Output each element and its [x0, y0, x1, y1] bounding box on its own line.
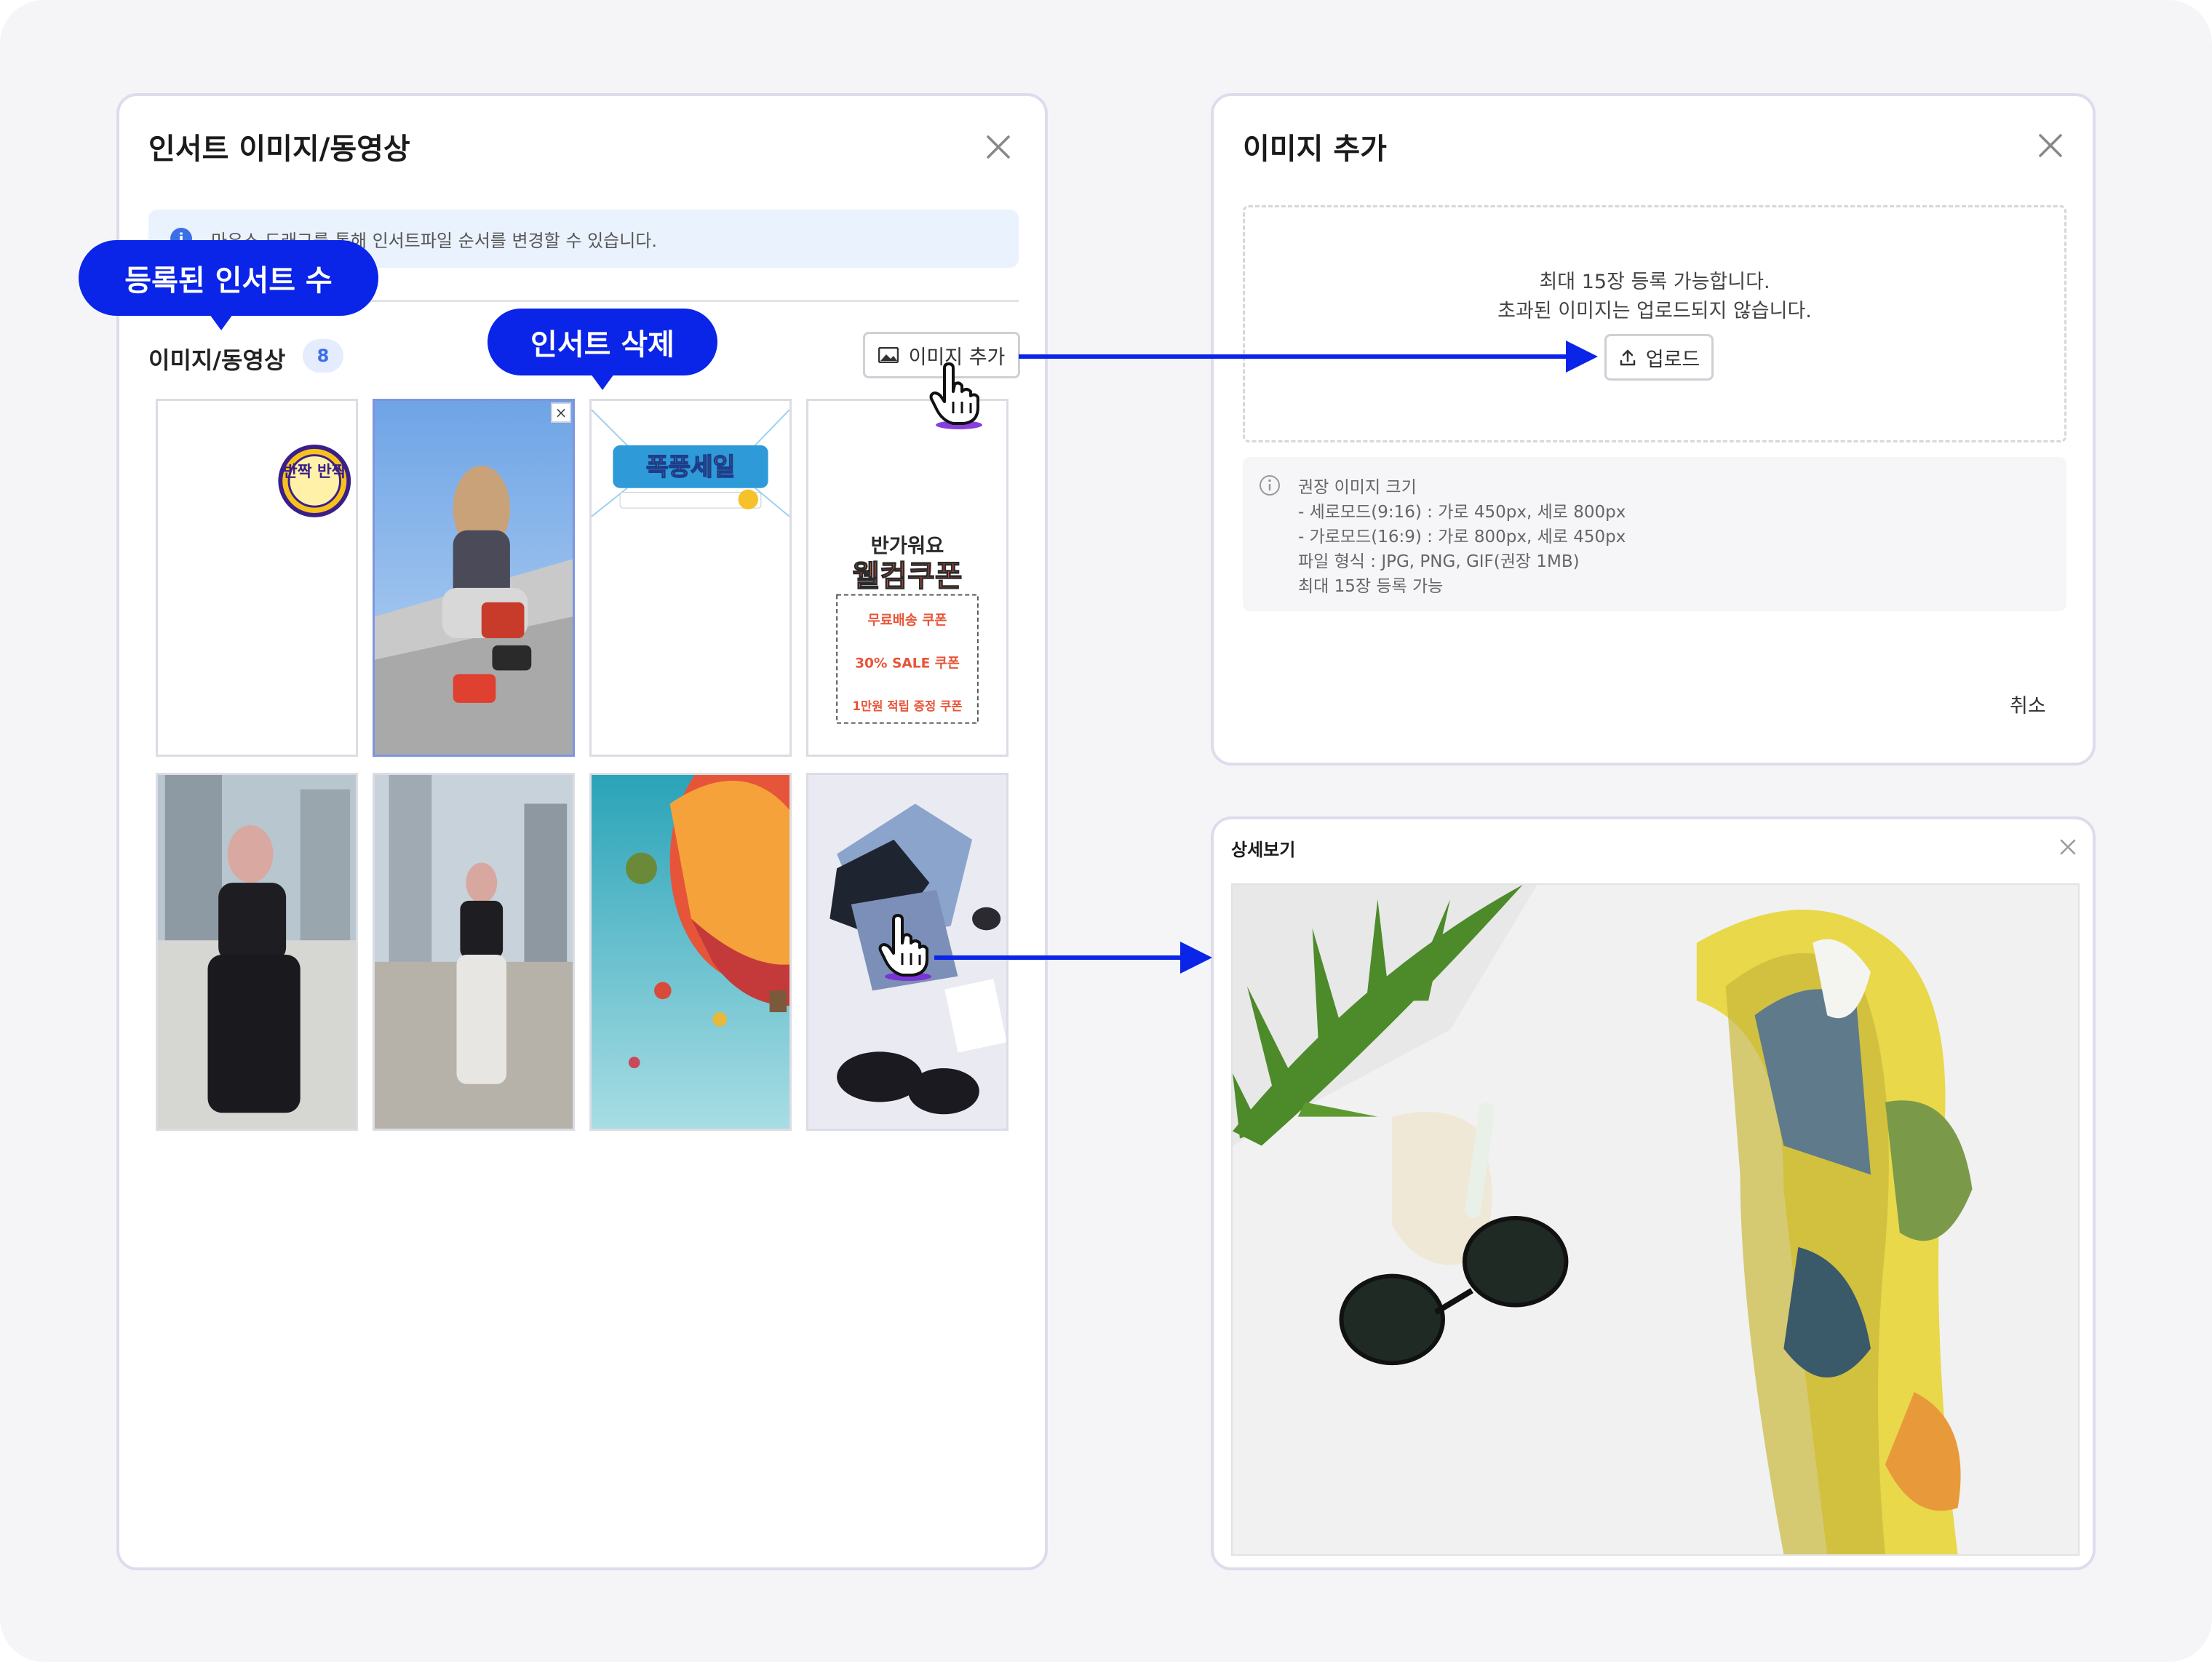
upload-button[interactable]: 업로드	[1604, 334, 1714, 381]
callout-tail	[591, 374, 614, 390]
preview-image	[1231, 883, 2080, 1556]
recommend-line: - 가로모드(16:9) : 가로 800px, 세로 450px	[1298, 528, 1626, 546]
upload-dropzone[interactable]: 최대 15장 등록 가능합니다. 초과된 이미지는 업로드되지 않습니다. 업로…	[1243, 205, 2066, 442]
sticker-graphic: 반짝 반짝	[158, 402, 356, 753]
image-icon	[878, 347, 899, 363]
thumbnail-sale-banner[interactable]: 폭풍세일	[589, 399, 792, 757]
info-icon	[1260, 475, 1280, 496]
coupon-line-2: 30% SALE 쿠폰	[855, 656, 960, 671]
callout-delete-insert: 인서트 삭제	[488, 309, 717, 390]
section-label: 이미지/동영상	[148, 346, 286, 374]
callout-insert-count: 등록된 인서트 수	[79, 240, 378, 330]
add-image-dialog: 이미지 추가 최대 15장 등록 가능합니다. 초과된 이미지는 업로드되지 않…	[1211, 93, 2096, 766]
sale-banner-graphic: 폭풍세일	[592, 402, 789, 753]
thumbnail-photo-street[interactable]	[373, 773, 575, 1131]
recommend-box: 권장 이미지 크기 - 세로모드(9:16) : 가로 450px, 세로 80…	[1243, 457, 2066, 611]
callout-text: 인서트 삭제	[530, 328, 675, 362]
photo-balloons	[592, 775, 789, 1129]
dialog-title: 인서트 이미지/동영상	[148, 132, 410, 166]
thumbnail-coupon[interactable]: 반가워요 웰컴쿠폰 무료배송 쿠폰 30% SALE 쿠폰 1만원 적립 증정 …	[806, 399, 1008, 757]
count-badge: 8	[303, 339, 343, 373]
coupon-graphic: 반가워요 웰컴쿠폰 무료배송 쿠폰 30% SALE 쿠폰 1만원 적립 증정 …	[808, 402, 1006, 753]
dropzone-line-2: 초과된 이미지는 업로드되지 않습니다.	[1497, 300, 1812, 322]
upload-label: 업로드	[1645, 348, 1700, 371]
upload-icon	[1620, 349, 1635, 366]
thumbnail-sticker[interactable]: 반짝 반짝	[156, 399, 358, 757]
scarf-photo	[1233, 885, 2078, 1554]
recommend-line: - 세로모드(9:16) : 가로 450px, 세로 800px	[1298, 503, 1626, 522]
sticker-text: 반짝 반짝	[283, 463, 346, 481]
cancel-button[interactable]: 취소	[2010, 690, 2046, 718]
photo-steps	[375, 401, 573, 755]
hand-pointer-icon	[878, 914, 931, 981]
thumbnail-photo-balloons[interactable]	[589, 773, 792, 1131]
hand-pointer-icon	[929, 362, 982, 429]
dialog-title: 이미지 추가	[1243, 132, 1387, 166]
close-icon[interactable]	[2058, 837, 2078, 857]
close-icon[interactable]	[2036, 131, 2065, 160]
sale-text: 폭풍세일	[646, 453, 735, 481]
thumbnail-photo-steps[interactable]: ×	[373, 399, 575, 757]
coupon-title-text: 웰컴쿠폰	[852, 559, 962, 594]
thumbnail-photo-black-outfit[interactable]	[156, 773, 358, 1131]
close-icon[interactable]	[984, 132, 1013, 162]
recommend-line: 최대 15장 등록 가능	[1298, 577, 1444, 596]
delete-insert-button[interactable]: ×	[551, 402, 571, 423]
coupon-line-1: 무료배송 쿠폰	[867, 613, 947, 629]
coupon-line-3: 1만원 적립 증정 쿠폰	[852, 699, 962, 713]
dialog-title: 상세보기	[1231, 840, 1296, 860]
preview-dialog: 상세보기	[1211, 816, 2096, 1570]
photo-street	[375, 775, 573, 1129]
dropzone-line-1: 최대 15장 등록 가능합니다.	[1539, 271, 1770, 293]
recommend-title: 권장 이미지 크기	[1298, 478, 1417, 497]
photo-black-outfit	[158, 775, 356, 1129]
recommend-line: 파일 형식 : JPG, PNG, GIF(권장 1MB)	[1298, 552, 1580, 571]
callout-text: 등록된 인서트 수	[124, 264, 333, 298]
coupon-top-text: 반가워요	[871, 535, 944, 557]
callout-tail	[210, 314, 233, 330]
